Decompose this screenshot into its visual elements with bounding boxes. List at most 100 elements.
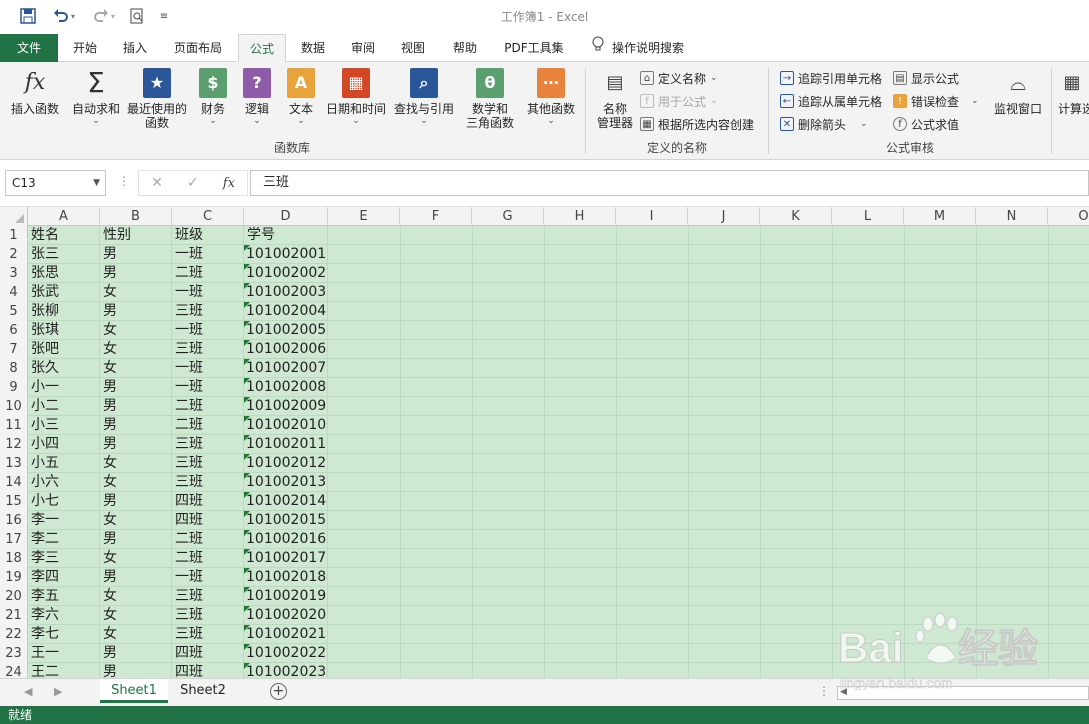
cell-b5[interactable]: 男 bbox=[100, 302, 172, 321]
cell-c10[interactable]: 二班 bbox=[172, 397, 244, 416]
cell-b22[interactable]: 女 bbox=[100, 625, 172, 644]
insert-function-button[interactable]: fx 插入函数 bbox=[6, 68, 64, 117]
horizontal-scrollbar[interactable]: ◀ bbox=[837, 686, 1089, 700]
cell-b13[interactable]: 女 bbox=[100, 454, 172, 473]
recently-used-button[interactable]: ★ 最近使用的 函数 bbox=[124, 68, 190, 130]
cell-d13[interactable]: 101002012 bbox=[244, 454, 328, 473]
cell-a7[interactable]: 张吧 bbox=[28, 340, 100, 359]
tab-home[interactable]: 开始 bbox=[62, 34, 108, 62]
cell-c21[interactable]: 三班 bbox=[172, 606, 244, 625]
cell-b8[interactable]: 女 bbox=[100, 359, 172, 378]
row-header[interactable]: 16 bbox=[0, 511, 28, 530]
tab-review[interactable]: 审阅 bbox=[340, 34, 386, 62]
cell-d22[interactable]: 101002021 bbox=[244, 625, 328, 644]
cell-a17[interactable]: 李二 bbox=[28, 530, 100, 549]
cell-b15[interactable]: 男 bbox=[100, 492, 172, 511]
cell-a22[interactable]: 李七 bbox=[28, 625, 100, 644]
row-header[interactable]: 2 bbox=[0, 245, 28, 264]
cell-c14[interactable]: 三班 bbox=[172, 473, 244, 492]
cell-c5[interactable]: 三班 bbox=[172, 302, 244, 321]
cell-d21[interactable]: 101002020 bbox=[244, 606, 328, 625]
cell-a5[interactable]: 张柳 bbox=[28, 302, 100, 321]
row-header[interactable]: 18 bbox=[0, 549, 28, 568]
cell-b4[interactable]: 女 bbox=[100, 283, 172, 302]
cell-a18[interactable]: 李三 bbox=[28, 549, 100, 568]
scroll-left-arrow-icon[interactable]: ◀ bbox=[840, 687, 847, 697]
cell-c24[interactable]: 四班 bbox=[172, 663, 244, 678]
cell-d9[interactable]: 101002008 bbox=[244, 378, 328, 397]
cell-c8[interactable]: 一班 bbox=[172, 359, 244, 378]
text-button[interactable]: A 文本 ⌄ bbox=[282, 68, 320, 126]
column-header-a[interactable]: A bbox=[28, 207, 100, 226]
column-header-d[interactable]: D bbox=[244, 207, 328, 226]
cell-a9[interactable]: 小一 bbox=[28, 378, 100, 397]
row-header[interactable]: 21 bbox=[0, 606, 28, 625]
row-header[interactable]: 8 bbox=[0, 359, 28, 378]
column-header-l[interactable]: L bbox=[832, 207, 904, 226]
formula-input[interactable]: 三班 bbox=[250, 170, 1089, 196]
cell-c18[interactable]: 二班 bbox=[172, 549, 244, 568]
scroll-left-icon[interactable]: ◀ bbox=[24, 685, 32, 698]
add-sheet-icon[interactable]: + bbox=[270, 683, 287, 700]
cell-d4[interactable]: 101002003 bbox=[244, 283, 328, 302]
cell-d24[interactable]: 101002023 bbox=[244, 663, 328, 678]
cell-d18[interactable]: 101002017 bbox=[244, 549, 328, 568]
row-header[interactable]: 5 bbox=[0, 302, 28, 321]
cell-d23[interactable]: 101002022 bbox=[244, 644, 328, 663]
watch-window-button[interactable]: ⌓ 监视窗口 bbox=[990, 68, 1046, 116]
date-time-button[interactable]: ▦ 日期和时间 ⌄ bbox=[324, 68, 388, 126]
show-formulas-button[interactable]: ▤ 显示公式 bbox=[893, 68, 959, 88]
tab-page-layout[interactable]: 页面布局 bbox=[162, 34, 234, 62]
math-trig-button[interactable]: θ 数学和 三角函数 bbox=[458, 68, 522, 130]
cell-c1[interactable]: 班级 bbox=[172, 226, 244, 245]
row-header[interactable]: 12 bbox=[0, 435, 28, 454]
cell-d15[interactable]: 101002014 bbox=[244, 492, 328, 511]
cell-c15[interactable]: 四班 bbox=[172, 492, 244, 511]
row-header[interactable]: 6 bbox=[0, 321, 28, 340]
cell-a13[interactable]: 小五 bbox=[28, 454, 100, 473]
chevron-down-icon[interactable]: ▼ bbox=[93, 171, 100, 195]
cell-b6[interactable]: 女 bbox=[100, 321, 172, 340]
cell-a21[interactable]: 李六 bbox=[28, 606, 100, 625]
cell-a11[interactable]: 小三 bbox=[28, 416, 100, 435]
cell-a14[interactable]: 小六 bbox=[28, 473, 100, 492]
row-header[interactable]: 13 bbox=[0, 454, 28, 473]
cell-d3[interactable]: 101002002 bbox=[244, 264, 328, 283]
tab-insert[interactable]: 插入 bbox=[112, 34, 158, 62]
cell-d12[interactable]: 101002011 bbox=[244, 435, 328, 454]
column-header-i[interactable]: I bbox=[616, 207, 688, 226]
error-checking-button[interactable]: ! 错误检查 ⌄ bbox=[893, 91, 979, 111]
cell-d6[interactable]: 101002005 bbox=[244, 321, 328, 340]
name-box[interactable]: C13 ▼ bbox=[5, 170, 106, 196]
cell-b24[interactable]: 男 bbox=[100, 663, 172, 678]
row-header[interactable]: 10 bbox=[0, 397, 28, 416]
formula-bar-resize-handle[interactable]: ⋮ bbox=[118, 174, 130, 188]
cell-a3[interactable]: 张思 bbox=[28, 264, 100, 283]
create-from-selection-button[interactable]: ▦ 根据所选内容创建 bbox=[640, 114, 754, 134]
cell-b1[interactable]: 性别 bbox=[100, 226, 172, 245]
row-header[interactable]: 14 bbox=[0, 473, 28, 492]
row-header[interactable]: 24 bbox=[0, 663, 28, 678]
cell-a8[interactable]: 张久 bbox=[28, 359, 100, 378]
cell-b17[interactable]: 男 bbox=[100, 530, 172, 549]
cell-a6[interactable]: 张琪 bbox=[28, 321, 100, 340]
cell-b7[interactable]: 女 bbox=[100, 340, 172, 359]
cell-b16[interactable]: 女 bbox=[100, 511, 172, 530]
lookup-reference-button[interactable]: ⌕ 查找与引用 ⌄ bbox=[392, 68, 456, 126]
cell-d16[interactable]: 101002015 bbox=[244, 511, 328, 530]
worksheet-grid[interactable]: ABCDEFGHIJKLMNO 1 姓名 性别 班级 学号 2 张三男一班 101002001… bbox=[0, 207, 1089, 678]
column-header-h[interactable]: H bbox=[544, 207, 616, 226]
cell-a19[interactable]: 李四 bbox=[28, 568, 100, 587]
column-header-f[interactable]: F bbox=[400, 207, 472, 226]
sheet-tab-sheet2[interactable]: Sheet2 bbox=[170, 679, 236, 703]
cell-c13[interactable]: 三班 bbox=[172, 454, 244, 473]
row-header[interactable]: 19 bbox=[0, 568, 28, 587]
cell-b19[interactable]: 男 bbox=[100, 568, 172, 587]
cell-a16[interactable]: 李一 bbox=[28, 511, 100, 530]
column-header-m[interactable]: M bbox=[904, 207, 976, 226]
tell-me-search[interactable]: 操作说明搜索 bbox=[592, 34, 684, 62]
cell-d1[interactable]: 学号 bbox=[244, 226, 328, 245]
row-header[interactable]: 15 bbox=[0, 492, 28, 511]
column-header-g[interactable]: G bbox=[472, 207, 544, 226]
name-manager-button[interactable]: ▤ 名称 管理器 bbox=[592, 68, 638, 131]
